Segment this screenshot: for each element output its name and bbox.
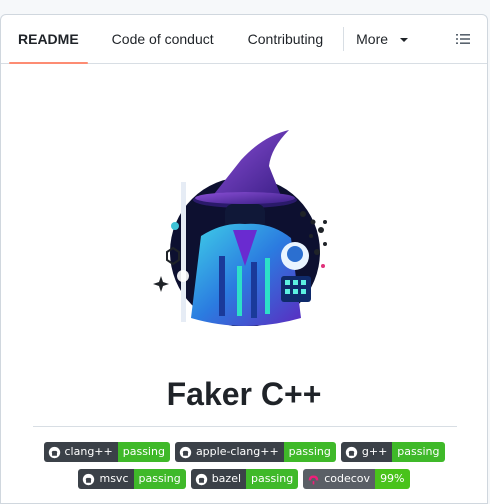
badge-clang-label-wrap: clang++ bbox=[43, 442, 118, 462]
badge-clang[interactable]: clang++ passing bbox=[43, 442, 170, 462]
readme-content: Faker C++ clang++ passing apple-clang++ … bbox=[1, 64, 487, 494]
tab-divider bbox=[343, 27, 345, 51]
badge-row: clang++ passing apple-clang++ passing g+… bbox=[1, 442, 487, 462]
tab-readme[interactable]: README bbox=[9, 15, 88, 64]
codecov-icon bbox=[308, 474, 319, 484]
badge-bazel-label: bazel bbox=[211, 472, 242, 485]
badge-codecov-value: 99% bbox=[375, 469, 410, 489]
badge-codecov-label: codecov bbox=[324, 472, 371, 485]
badge-bazel[interactable]: bazel passing bbox=[190, 469, 299, 489]
readme-title: Faker C++ bbox=[166, 376, 322, 412]
tab-code-of-conduct[interactable]: Code of conduct bbox=[104, 15, 222, 63]
badge-codecov-label-wrap: codecov bbox=[303, 469, 376, 489]
badge-bazel-status: passing bbox=[246, 469, 299, 489]
github-icon bbox=[195, 473, 207, 485]
list-unordered-icon[interactable] bbox=[453, 29, 473, 49]
tab-contributing[interactable]: Contributing bbox=[240, 15, 332, 63]
badge-bazel-label-wrap: bazel bbox=[190, 469, 247, 489]
badge-gpp-status: passing bbox=[392, 442, 445, 462]
badge-row: msvc passing bazel passing codecov 99% bbox=[1, 469, 487, 489]
badge-codecov[interactable]: codecov 99% bbox=[303, 469, 410, 489]
triangle-down-icon bbox=[400, 38, 409, 42]
tab-code-of-conduct-label: Code of conduct bbox=[111, 31, 214, 47]
title-divider bbox=[33, 426, 457, 427]
github-icon bbox=[179, 446, 192, 458]
github-icon bbox=[345, 446, 358, 458]
tab-more-dropdown[interactable]: More bbox=[348, 15, 416, 63]
badge-msvc-label: msvc bbox=[99, 472, 129, 485]
badge-apple-clang-label: apple-clang++ bbox=[195, 445, 279, 458]
tab-readme-label: README bbox=[18, 31, 79, 47]
badge-clang-label: clang++ bbox=[64, 445, 113, 458]
badge-apple-clang-label-wrap: apple-clang++ bbox=[174, 442, 284, 462]
badge-clang-status: passing bbox=[117, 442, 170, 462]
tab-contributing-label: Contributing bbox=[247, 31, 324, 47]
readme-panel: README Code of conduct Contributing More bbox=[0, 14, 488, 504]
badge-apple-clang[interactable]: apple-clang++ passing bbox=[174, 442, 336, 462]
badge-apple-clang-status: passing bbox=[283, 442, 336, 462]
badge-msvc-label-wrap: msvc bbox=[78, 469, 134, 489]
badge-gpp-label-wrap: g++ bbox=[340, 442, 393, 462]
badge-msvc[interactable]: msvc passing bbox=[78, 469, 186, 489]
readme-tab-bar: README Code of conduct Contributing More bbox=[1, 15, 487, 64]
github-icon bbox=[48, 446, 60, 458]
github-icon bbox=[83, 473, 95, 485]
badge-gpp-label: g++ bbox=[361, 445, 388, 458]
badge-gpp[interactable]: g++ passing bbox=[340, 442, 445, 462]
tab-more-label: More bbox=[356, 31, 389, 47]
badge-msvc-status: passing bbox=[133, 469, 186, 489]
faker-wizard-logo bbox=[153, 130, 327, 326]
